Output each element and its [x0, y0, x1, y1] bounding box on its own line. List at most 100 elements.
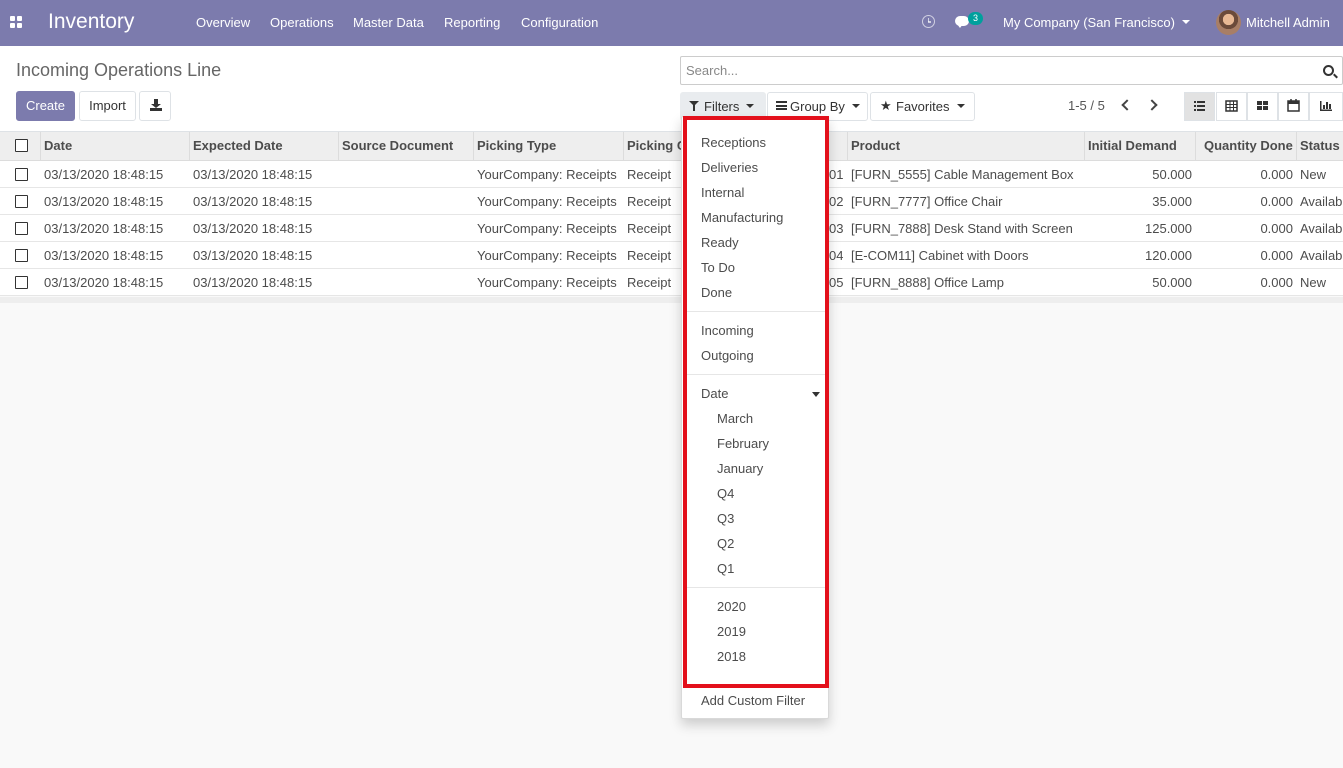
graph-view-button[interactable] [1309, 92, 1343, 121]
calendar-view-button[interactable] [1278, 92, 1309, 121]
cell-picking-type: YourCompany: Receipts [477, 194, 617, 209]
cell-product: [E-COM11] Cabinet with Doors [851, 248, 1029, 263]
search-icon[interactable] [1323, 65, 1334, 76]
filter-date-march[interactable]: March [717, 411, 753, 426]
cell-initial-demand: 35.000 [1152, 194, 1192, 209]
cell-quantity-done: 0.000 [1260, 194, 1293, 209]
table-row[interactable]: 03/13/2020 18:48:15 03/13/2020 18:48:15 … [0, 242, 1343, 269]
filter-year-2018[interactable]: 2018 [717, 649, 746, 664]
cell-product: [FURN_5555] Cable Management Box [851, 167, 1074, 182]
filter-ready[interactable]: Ready [701, 235, 739, 250]
cell-quantity-done: 0.000 [1260, 221, 1293, 236]
date-caret-icon[interactable] [812, 392, 820, 397]
calendar-view-icon [1287, 99, 1300, 112]
filter-outgoing[interactable]: Outgoing [701, 348, 754, 363]
menu-operations[interactable]: Operations [270, 15, 334, 30]
filter-manufacturing[interactable]: Manufacturing [701, 210, 783, 225]
filter-date[interactable]: Date [701, 386, 728, 401]
table-row[interactable]: 03/13/2020 18:48:15 03/13/2020 18:48:15 … [0, 215, 1343, 242]
download-tray-icon [150, 108, 162, 111]
menu-master-data[interactable]: Master Data [353, 15, 424, 30]
row-checkbox[interactable] [15, 276, 28, 289]
import-button[interactable]: Import [79, 91, 136, 121]
filter-date-q3[interactable]: Q3 [717, 511, 734, 526]
cell-quantity-done: 0.000 [1260, 167, 1293, 182]
column-status[interactable]: Status [1296, 132, 1343, 161]
filter-date-january[interactable]: January [717, 461, 763, 476]
user-menu[interactable]: Mitchell Admin [1246, 15, 1330, 30]
filter-internal[interactable]: Internal [701, 185, 744, 200]
table-row[interactable]: 03/13/2020 18:48:15 03/13/2020 18:48:15 … [0, 161, 1343, 188]
column-product[interactable]: Product [847, 132, 1085, 161]
menu-overview[interactable]: Overview [196, 15, 250, 30]
cell-product: [FURN_8888] Office Lamp [851, 275, 1004, 290]
dropdown-divider [685, 587, 825, 588]
filter-date-february[interactable]: February [717, 436, 769, 451]
row-checkbox[interactable] [15, 168, 28, 181]
favorites-label: Favorites [896, 99, 950, 114]
group-by-caret-icon [852, 104, 860, 108]
filters-dropdown [681, 116, 829, 719]
select-all-checkbox[interactable] [15, 139, 28, 152]
table-row[interactable]: 03/13/2020 18:48:15 03/13/2020 18:48:15 … [0, 188, 1343, 215]
menu-reporting[interactable]: Reporting [444, 15, 500, 30]
table-header: Date Expected Date Source Document Picki… [0, 132, 1343, 161]
cell-expected-date: 03/13/2020 18:48:15 [193, 248, 313, 263]
table-row[interactable]: 03/13/2020 18:48:15 03/13/2020 18:48:15 … [0, 269, 1343, 296]
row-checkbox[interactable] [15, 249, 28, 262]
cell-expected-date: 03/13/2020 18:48:15 [193, 275, 313, 290]
cell-picking-code: Receipt [627, 194, 672, 209]
menu-configuration[interactable]: Configuration [521, 15, 598, 30]
cell-date: 03/13/2020 18:48:15 [44, 221, 164, 236]
filter-date-q1[interactable]: Q1 [717, 561, 734, 576]
row-checkbox[interactable] [15, 222, 28, 235]
cell-initial-demand: 50.000 [1152, 167, 1192, 182]
filter-year-2020[interactable]: 2020 [717, 599, 746, 614]
dropdown-divider [685, 374, 825, 375]
filter-to-do[interactable]: To Do [701, 260, 735, 275]
company-switcher[interactable]: My Company (San Francisco) [1003, 15, 1175, 30]
cell-date: 03/13/2020 18:48:15 [44, 194, 164, 209]
bars-icon [776, 101, 787, 110]
dropdown-divider [685, 311, 825, 312]
cell-picking-type: YourCompany: Receipts [477, 248, 617, 263]
cell-picking-code: Receipt [627, 221, 672, 236]
cell-reference-tail: 03 [829, 221, 844, 236]
list-footer [0, 297, 1343, 303]
app-title[interactable]: Inventory [48, 10, 134, 34]
add-custom-filter[interactable]: Add Custom Filter [701, 693, 805, 708]
cell-product: [FURN_7777] Office Chair [851, 194, 1003, 209]
kanban-view-button[interactable] [1247, 92, 1278, 121]
search-box[interactable]: Search... [680, 56, 1343, 85]
column-date[interactable]: Date [40, 132, 190, 161]
activity-clock-icon[interactable] [922, 15, 935, 28]
group-by-label: Group By [790, 99, 845, 114]
column-quantity-done[interactable]: Quantity Done [1195, 132, 1297, 161]
pivot-view-button[interactable] [1216, 92, 1247, 121]
column-source-document[interactable]: Source Document [338, 132, 474, 161]
cell-reference-tail: 05 [829, 275, 844, 290]
filter-receptions[interactable]: Receptions [701, 135, 766, 150]
filter-date-q4[interactable]: Q4 [717, 486, 734, 501]
pager-value[interactable]: 1-5 / 5 [1068, 98, 1105, 113]
search-input[interactable]: Search... [686, 63, 738, 78]
column-picking-type[interactable]: Picking Type [473, 132, 624, 161]
column-initial-demand[interactable]: Initial Demand [1084, 132, 1196, 161]
column-expected-date[interactable]: Expected Date [189, 132, 339, 161]
filter-year-2019[interactable]: 2019 [717, 624, 746, 639]
user-avatar[interactable] [1216, 10, 1241, 35]
company-caret-icon [1182, 20, 1190, 24]
graph-view-icon [1320, 101, 1332, 111]
apps-menu-icon[interactable] [10, 16, 23, 29]
filter-deliveries[interactable]: Deliveries [701, 160, 758, 175]
create-button[interactable]: Create [16, 91, 75, 121]
cell-reference-tail: 02 [829, 194, 844, 209]
filter-incoming[interactable]: Incoming [701, 323, 754, 338]
list-view-button[interactable] [1184, 92, 1215, 121]
row-checkbox[interactable] [15, 195, 28, 208]
funnel-stem-icon [693, 105, 695, 111]
cell-reference-tail: 01 [829, 167, 844, 182]
filter-done[interactable]: Done [701, 285, 732, 300]
filter-date-q2[interactable]: Q2 [717, 536, 734, 551]
chat-icon[interactable] [955, 16, 969, 28]
